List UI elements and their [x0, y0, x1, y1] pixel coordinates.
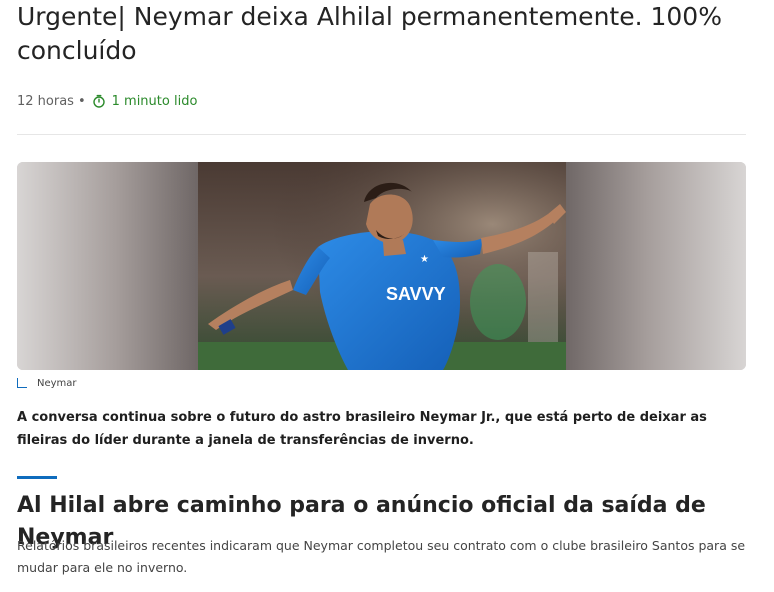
svg-text:SAVVY: SAVVY — [386, 284, 446, 304]
meta-separator: • — [77, 93, 86, 109]
hero-blur-left — [17, 162, 198, 370]
image-corner-icon — [17, 377, 27, 388]
divider — [17, 134, 746, 135]
article-meta: 12 horas • 1 minuto lido — [17, 91, 197, 111]
time-ago: 12 horas — [17, 93, 74, 109]
read-time: 1 minuto lido — [111, 93, 198, 109]
hero-photo: SAVVY ★ — [198, 162, 566, 370]
image-caption: Neymar — [17, 377, 77, 389]
section-body: Relatórios brasileiros recentes indicara… — [17, 538, 746, 575]
article-lead: A conversa continua sobre o futuro do as… — [17, 410, 707, 448]
hero-blur-right — [565, 162, 746, 370]
article: Urgente| Neymar deixa Alhilal permanente… — [0, 0, 774, 592]
caption-text: Neymar — [37, 378, 77, 389]
section-accent-bar — [17, 476, 57, 479]
timer-icon — [92, 94, 106, 108]
hero-image[interactable]: SAVVY ★ — [17, 162, 746, 370]
svg-text:★: ★ — [420, 254, 429, 265]
article-headline: Urgente| Neymar deixa Alhilal permanente… — [17, 2, 722, 65]
